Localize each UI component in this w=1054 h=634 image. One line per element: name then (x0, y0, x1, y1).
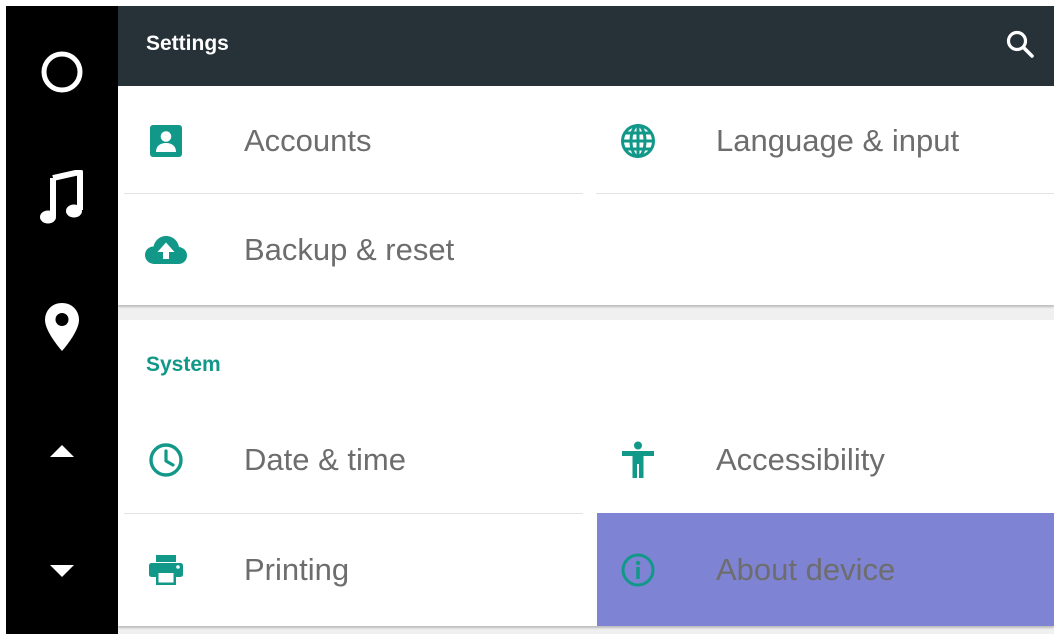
row-divider (124, 193, 583, 194)
language-input-label: Language & input (716, 123, 960, 158)
globe-icon (616, 119, 660, 163)
date-time-label: Date & time (244, 442, 406, 477)
search-icon (1005, 29, 1035, 64)
scroll-down-button[interactable] (6, 556, 118, 590)
home-circle-icon (39, 49, 85, 100)
date-time-item[interactable]: Date & time (118, 405, 577, 515)
search-button[interactable] (1000, 26, 1040, 66)
scroll-up-button[interactable] (6, 436, 118, 470)
toolbar: Settings (118, 6, 1054, 86)
navigation-button[interactable] (6, 296, 118, 362)
backup-reset-label: Backup & reset (244, 232, 455, 267)
about-device-item[interactable]: About device (597, 513, 1054, 626)
accounts-label: Accounts (244, 123, 372, 158)
clock-icon (144, 438, 188, 482)
music-button[interactable] (6, 168, 118, 232)
printer-icon (144, 548, 188, 592)
page-title: Settings (146, 32, 229, 55)
accounts-item[interactable]: Accounts (118, 86, 577, 196)
app-frame: Settings Accounts Language & input Backu… (6, 6, 1054, 634)
cloud-upload-icon (144, 228, 188, 272)
about-device-label: About device (716, 551, 896, 587)
arrow-up-icon (48, 443, 76, 464)
accessibility-icon (616, 438, 660, 482)
accessibility-item[interactable]: Accessibility (590, 405, 1049, 515)
language-input-item[interactable]: Language & input (590, 86, 1049, 196)
music-note-icon (40, 168, 84, 231)
row-divider (596, 193, 1054, 194)
map-pin-icon (43, 301, 81, 358)
info-icon (616, 548, 660, 592)
account-box-icon (144, 119, 188, 163)
nav-rail (6, 6, 118, 634)
printing-label: Printing (244, 552, 350, 587)
arrow-down-icon (48, 563, 76, 584)
personal-card: Accounts Language & input Backup & reset (118, 86, 1054, 305)
home-button[interactable] (6, 44, 118, 104)
accessibility-label: Accessibility (716, 442, 885, 477)
system-card: System Date & time Accessibility Printin… (118, 320, 1054, 626)
row-divider (124, 513, 583, 514)
printing-item[interactable]: Printing (118, 515, 577, 625)
backup-reset-item[interactable]: Backup & reset (118, 195, 577, 305)
section-header-system: System (146, 353, 221, 376)
